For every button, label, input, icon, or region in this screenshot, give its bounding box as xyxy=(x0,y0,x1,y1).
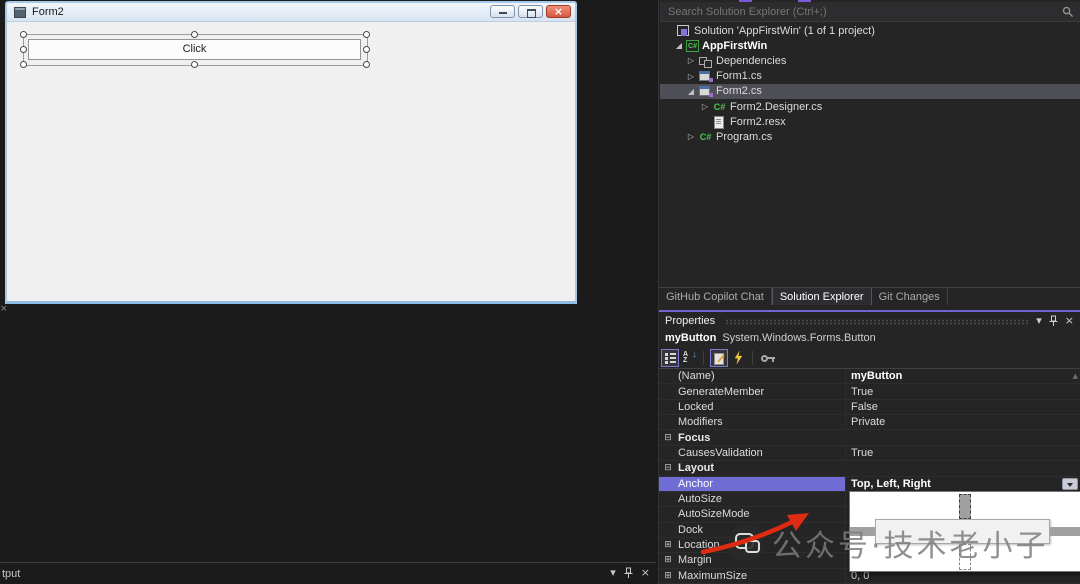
collapse-category-icon[interactable]: ⊟ xyxy=(662,463,674,473)
solution-search-box[interactable] xyxy=(660,2,1080,22)
panel-tab-strip: GitHub Copilot Chat Solution Explorer Gi… xyxy=(659,287,1080,305)
tree-item-form2-resx[interactable]: Form2.resx xyxy=(660,114,1080,129)
close-icon: × xyxy=(547,5,570,18)
anchor-left-selected[interactable] xyxy=(850,527,875,536)
property-row-locked[interactable]: Locked False xyxy=(659,400,1080,415)
form-titlebar[interactable]: Form2 × xyxy=(7,3,575,22)
object-name: myButton xyxy=(665,332,716,344)
resize-handle-ne[interactable] xyxy=(363,31,370,38)
form-icon xyxy=(14,7,26,18)
maximize-icon xyxy=(527,9,536,18)
resize-handle-w[interactable] xyxy=(20,46,27,53)
search-icon[interactable] xyxy=(1062,6,1074,18)
properties-title: Properties xyxy=(665,315,715,327)
property-pages-button[interactable] xyxy=(759,349,777,367)
search-input[interactable] xyxy=(660,5,1062,19)
winforms-file-icon xyxy=(698,70,713,82)
tab-github-copilot-chat[interactable]: GitHub Copilot Chat xyxy=(659,288,772,305)
dependencies-icon xyxy=(698,55,713,67)
toolbar-separator xyxy=(703,351,704,365)
resize-handle-n[interactable] xyxy=(191,31,198,38)
designer-form-window: Form2 × Click xyxy=(5,1,577,304)
designed-button[interactable]: Click xyxy=(28,39,361,60)
categorized-button[interactable] xyxy=(661,349,679,367)
property-row-modifiers[interactable]: Modifiers Private xyxy=(659,415,1080,430)
form-design-surface[interactable]: Click xyxy=(7,22,575,304)
tree-item-solution[interactable]: Solution 'AppFirstWin' (1 of 1 project) xyxy=(660,23,1080,38)
resize-handle-nw[interactable] xyxy=(20,31,27,38)
pin-icon[interactable] xyxy=(1049,315,1058,327)
tree-expanded-icon[interactable]: ◢ xyxy=(684,87,698,96)
object-type: System.Windows.Forms.Button xyxy=(722,332,875,344)
screen-artifact: × xyxy=(0,304,8,314)
anchor-editor-popup[interactable] xyxy=(849,491,1080,572)
property-row-generatemember[interactable]: GenerateMember True xyxy=(659,384,1080,399)
expand-property-icon[interactable]: ⊞ xyxy=(662,555,674,565)
properties-object-selector[interactable]: myButton System.Windows.Forms.Button xyxy=(659,330,1080,346)
tree-item-program[interactable]: ▷ C# Program.cs xyxy=(660,129,1080,144)
lightning-icon xyxy=(734,351,743,365)
minimize-button[interactable] xyxy=(490,5,515,18)
expand-property-icon[interactable]: ⊞ xyxy=(662,540,674,550)
winforms-file-icon xyxy=(698,85,713,97)
tree-item-form1[interactable]: ▷ Form1.cs xyxy=(660,69,1080,84)
panel-menu-caret-icon[interactable]: ▾ xyxy=(610,566,616,579)
anchor-control-preview xyxy=(875,519,1050,544)
collapse-category-icon[interactable]: ⊟ xyxy=(662,433,674,443)
properties-toolbar: AZ↓ xyxy=(659,347,1080,369)
anchor-right-selected[interactable] xyxy=(1050,527,1080,536)
properties-view-button[interactable] xyxy=(710,349,728,367)
right-dock-panel: Solution 'AppFirstWin' (1 of 1 project) … xyxy=(658,0,1080,584)
anchor-bottom-unselected[interactable] xyxy=(959,544,971,570)
events-button[interactable] xyxy=(730,349,748,367)
resize-handle-se[interactable] xyxy=(363,61,370,68)
close-panel-icon[interactable]: × xyxy=(641,566,650,579)
minimize-icon xyxy=(499,12,507,14)
tree-collapsed-icon[interactable]: ▷ xyxy=(684,56,698,65)
tree-collapsed-icon[interactable]: ▷ xyxy=(684,132,698,141)
resize-handle-s[interactable] xyxy=(191,61,198,68)
csharp-file-icon: C# xyxy=(712,101,727,113)
output-panel-titlebar[interactable]: tput ▾ × xyxy=(0,562,656,584)
category-row-focus[interactable]: ⊟ Focus xyxy=(659,430,1080,445)
tree-collapsed-icon[interactable]: ▷ xyxy=(684,72,698,81)
az-sort-icon: AZ↓ xyxy=(683,350,697,364)
solution-icon xyxy=(676,25,691,37)
tab-solution-explorer[interactable]: Solution Explorer xyxy=(772,288,872,305)
solution-tree: Solution 'AppFirstWin' (1 of 1 project) … xyxy=(660,23,1080,145)
tree-item-dependencies[interactable]: ▷ Dependencies xyxy=(660,53,1080,68)
grid-scroll-up-icon[interactable]: ▲ xyxy=(1073,372,1078,380)
properties-titlebar[interactable]: Properties ▾ × xyxy=(659,312,1080,329)
tree-collapsed-icon[interactable]: ▷ xyxy=(698,102,712,111)
close-button[interactable]: × xyxy=(546,5,571,18)
resize-handle-e[interactable] xyxy=(363,46,370,53)
resx-file-icon xyxy=(712,116,727,128)
category-row-layout[interactable]: ⊟ Layout xyxy=(659,461,1080,476)
toolbar-separator xyxy=(752,351,753,365)
resize-handle-sw[interactable] xyxy=(20,61,27,68)
property-row-name[interactable]: (Name) myButton xyxy=(659,369,1080,384)
property-row-anchor-selected[interactable]: Anchor Top, Left, Right xyxy=(659,477,1080,492)
csharp-project-icon: C# xyxy=(686,40,699,52)
anchor-dropdown-button[interactable] xyxy=(1062,478,1078,490)
tree-item-project[interactable]: ◢ C# AppFirstWin xyxy=(660,38,1080,53)
drag-grip[interactable] xyxy=(725,319,1028,325)
tree-item-form2-designer[interactable]: ▷ C# Form2.Designer.cs xyxy=(660,99,1080,114)
maximize-button[interactable] xyxy=(518,5,543,18)
vs-workspace: Form2 × Click × tput ▾ × xyxy=(0,0,1080,584)
alphabetical-sort-button[interactable]: AZ↓ xyxy=(681,349,699,367)
output-panel-title: tput xyxy=(2,568,20,580)
categorized-icon xyxy=(665,353,676,364)
tab-git-changes[interactable]: Git Changes xyxy=(872,288,948,305)
expand-property-icon[interactable]: ⊞ xyxy=(662,571,674,581)
csharp-file-icon: C# xyxy=(698,131,713,143)
pin-icon[interactable] xyxy=(624,567,633,579)
anchor-top-selected[interactable] xyxy=(959,494,971,519)
property-row-causesvalidation[interactable]: CausesValidation True xyxy=(659,446,1080,461)
tree-expanded-icon[interactable]: ◢ xyxy=(672,41,686,50)
form-title: Form2 xyxy=(32,6,64,18)
close-panel-icon[interactable]: × xyxy=(1065,314,1074,327)
window-menu-caret-icon[interactable]: ▾ xyxy=(1036,314,1042,327)
tree-item-form2-selected[interactable]: ◢ Form2.cs xyxy=(660,84,1080,99)
